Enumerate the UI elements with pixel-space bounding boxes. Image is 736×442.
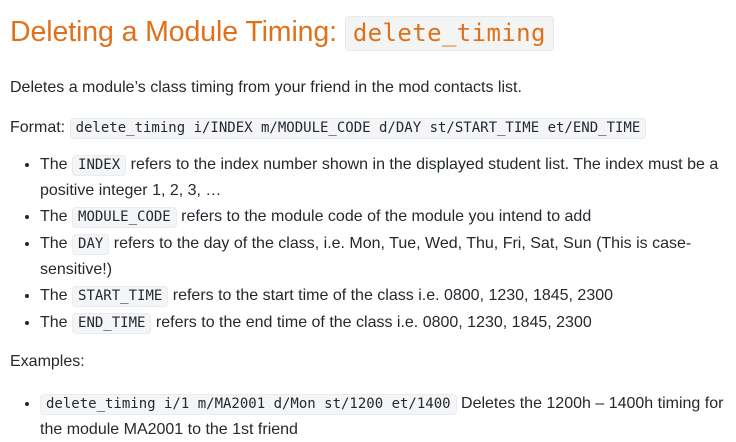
param-prefix: The (40, 314, 73, 331)
param-item-day: The DAY refers to the day of the class, … (40, 231, 726, 282)
parameter-list: The INDEX refers to the index number sho… (10, 152, 726, 336)
param-prefix: The (40, 235, 73, 252)
format-label: Format: (10, 119, 70, 136)
param-code: START_TIME (72, 286, 169, 307)
param-code: END_TIME (72, 313, 152, 334)
format-line: Format: delete_timing i/INDEX m/MODULE_C… (10, 116, 726, 140)
param-text: refers to the start time of the class i.… (168, 287, 614, 304)
param-prefix: The (40, 208, 73, 225)
param-item-index: The INDEX refers to the index number sho… (40, 152, 726, 203)
param-code: INDEX (72, 155, 127, 176)
param-text: refers to the index number shown in the … (40, 156, 719, 199)
command-description: Deletes a module’s class timing from you… (10, 79, 522, 96)
param-prefix: The (40, 156, 73, 173)
param-text: refers to the module code of the module … (176, 208, 592, 225)
section-heading: Deleting a Module Timing: delete_timing (10, 10, 726, 55)
example-list: delete_timing i/1 m/MA2001 d/Mon st/1200… (10, 391, 726, 442)
param-item-module-code: The MODULE_CODE refers to the module cod… (40, 204, 726, 230)
format-code: delete_timing i/INDEX m/MODULE_CODE d/DA… (69, 118, 647, 139)
example-code: delete_timing i/1 m/MA2001 d/Mon st/1200… (40, 394, 457, 415)
param-text: refers to the end time of the class i.e.… (151, 314, 592, 331)
param-code: MODULE_CODE (72, 207, 177, 228)
doc-section: Deleting a Module Timing: delete_timing … (10, 0, 726, 442)
example-item: delete_timing i/1 m/MA2001 d/Mon st/1200… (40, 391, 726, 442)
param-prefix: The (40, 287, 73, 304)
heading-text: Deleting a Module Timing: (10, 16, 345, 48)
param-text: refers to the day of the class, i.e. Mon… (40, 235, 692, 278)
examples-label: Examples: (10, 353, 85, 370)
param-item-start-time: The START_TIME refers to the start time … (40, 283, 726, 309)
param-item-end-time: The END_TIME refers to the end time of t… (40, 310, 726, 336)
heading-command-code: delete_timing (344, 16, 554, 51)
param-code: DAY (72, 234, 110, 255)
